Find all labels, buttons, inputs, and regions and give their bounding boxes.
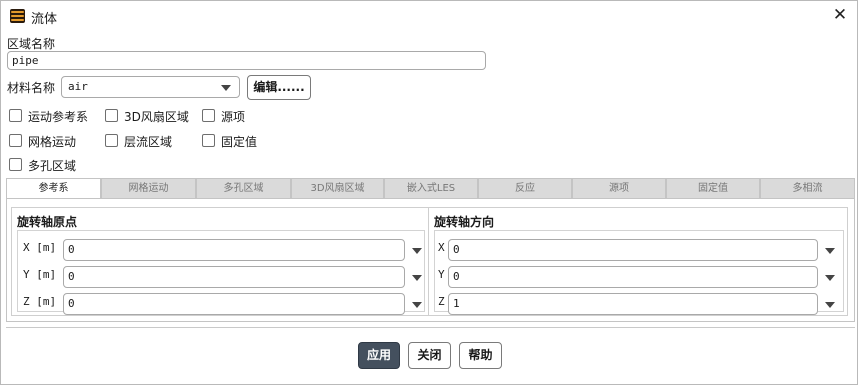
tab-bar: 参考系 网格运动 多孔区域 3D风扇区域 嵌入式LES 反应 源项 固定值 多相…	[6, 178, 855, 200]
fixed-values-checkbox[interactable]	[202, 134, 215, 147]
moving-ref-label: 运动参考系	[28, 110, 89, 124]
direction-x-label: X	[438, 241, 445, 254]
porous-checkbox[interactable]	[9, 158, 22, 171]
title-bar: 流体 ✕	[1, 1, 857, 31]
laminar-checkbox[interactable]	[105, 134, 118, 147]
rotation-origin-fields: X [m] 0 Y [m] 0 Z [m] 0	[17, 230, 425, 315]
chevron-down-icon[interactable]	[412, 302, 422, 308]
app-icon	[10, 9, 25, 23]
tab-source[interactable]: 源项	[572, 178, 666, 199]
direction-y-input[interactable]: 0	[448, 266, 818, 288]
material-select[interactable]: air	[61, 76, 240, 98]
direction-y-label: Y	[438, 268, 445, 281]
material-value: air	[68, 80, 88, 93]
mesh-motion-label: 网格运动	[28, 135, 77, 149]
fluid-dialog: 流体 ✕ 区域名称 pipe 材料名称 air 编辑...... 运动参考系 3…	[0, 0, 858, 385]
fixed-values-label: 固定值	[221, 135, 258, 149]
direction-z-input[interactable]: 1	[448, 293, 818, 315]
fan-3d-checkbox[interactable]	[105, 109, 118, 122]
source-label: 源项	[221, 110, 246, 124]
rotation-direction-title: 旋转轴方向	[434, 215, 495, 229]
origin-y-input[interactable]: 0	[63, 266, 405, 288]
rotation-direction-group: 旋转轴方向 X 0 Y 0 Z 1	[428, 207, 848, 316]
direction-z-label: Z	[438, 295, 445, 308]
zone-name-input[interactable]: pipe	[7, 51, 486, 70]
help-button[interactable]: 帮助	[459, 342, 502, 369]
origin-z-input[interactable]: 0	[63, 293, 405, 315]
tab-reference-frame[interactable]: 参考系	[6, 178, 101, 200]
zone-name-label: 区域名称	[7, 37, 56, 51]
tab-porous[interactable]: 多孔区域	[196, 178, 291, 199]
material-name-label: 材料名称	[7, 81, 56, 95]
tab-embedded-les[interactable]: 嵌入式LES	[384, 178, 478, 199]
tab-mesh-motion[interactable]: 网格运动	[101, 178, 196, 199]
chevron-down-icon[interactable]	[825, 248, 835, 254]
chevron-down-icon[interactable]	[825, 302, 835, 308]
origin-x-label: X [m]	[23, 241, 57, 254]
rotation-direction-fields: X 0 Y 0 Z 1	[434, 230, 844, 315]
moving-ref-checkbox[interactable]	[9, 109, 22, 122]
chevron-down-icon[interactable]	[412, 275, 422, 281]
rotation-origin-group: 旋转轴原点 X [m] 0 Y [m] 0 Z [m] 0	[11, 207, 429, 316]
apply-button[interactable]: 应用	[358, 342, 400, 369]
close-icon[interactable]: ✕	[831, 6, 849, 24]
origin-z-label: Z [m]	[23, 295, 57, 308]
origin-x-input[interactable]: 0	[63, 239, 405, 261]
tab-fixed-values[interactable]: 固定值	[666, 178, 760, 199]
chevron-down-icon[interactable]	[825, 275, 835, 281]
fan-3d-label: 3D风扇区域	[124, 110, 189, 124]
tab-fan-3d[interactable]: 3D风扇区域	[291, 178, 384, 199]
reference-frame-panel: 旋转轴原点 X [m] 0 Y [m] 0 Z [m] 0 旋转轴方向 X 0 …	[6, 198, 855, 322]
tab-reaction[interactable]: 反应	[478, 178, 572, 199]
close-button[interactable]: 关闭	[408, 342, 451, 369]
chevron-down-icon	[221, 85, 231, 91]
rotation-origin-title: 旋转轴原点	[17, 215, 78, 229]
origin-y-label: Y [m]	[23, 268, 57, 281]
source-checkbox[interactable]	[202, 109, 215, 122]
mesh-motion-checkbox[interactable]	[9, 134, 22, 147]
chevron-down-icon[interactable]	[412, 248, 422, 254]
edit-material-button[interactable]: 编辑......	[247, 75, 311, 100]
porous-label: 多孔区域	[28, 159, 77, 173]
footer-divider	[6, 327, 855, 328]
laminar-label: 层流区域	[124, 135, 173, 149]
direction-x-input[interactable]: 0	[448, 239, 818, 261]
tab-multiphase[interactable]: 多相流	[760, 178, 855, 199]
window-title: 流体	[31, 12, 58, 27]
